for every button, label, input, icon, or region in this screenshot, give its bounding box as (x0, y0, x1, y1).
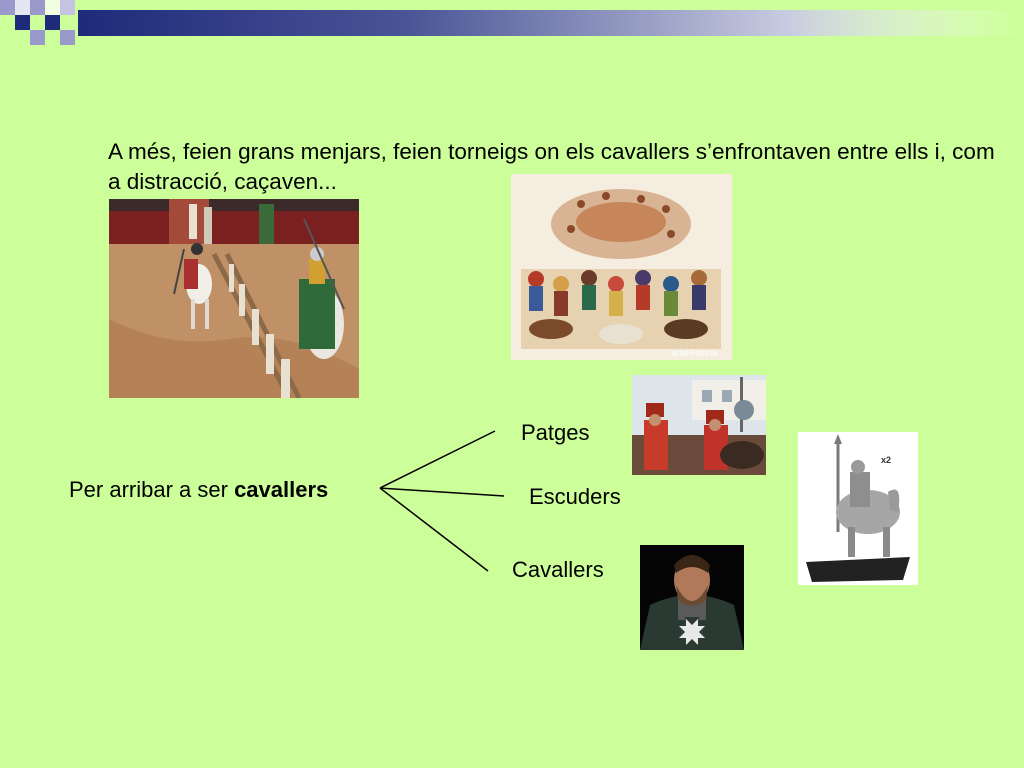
header-decoration (0, 0, 1024, 46)
watermark-text: arteHistoria (671, 348, 717, 358)
diagram-root-bold: cavallers (234, 477, 329, 502)
branch-label-escuders: Escuders (529, 484, 621, 509)
joust-photo (109, 199, 359, 398)
diagram-root-prefix: Per arribar a ser (69, 477, 235, 502)
knight-bust-photo (640, 545, 744, 650)
diagram-root-label: Per arribar a ser cavallers (69, 477, 328, 503)
pages-photo (632, 375, 766, 475)
branch-label-cavallers: Cavallers (512, 557, 604, 582)
branch-label-patges: Patges (521, 420, 590, 445)
banquet-illustration: arteHistoria (511, 174, 732, 360)
diagram-branch-lines (379, 430, 505, 572)
figurine-badge: x2 (881, 455, 891, 465)
knight-figurine-photo: x2 (798, 432, 918, 585)
